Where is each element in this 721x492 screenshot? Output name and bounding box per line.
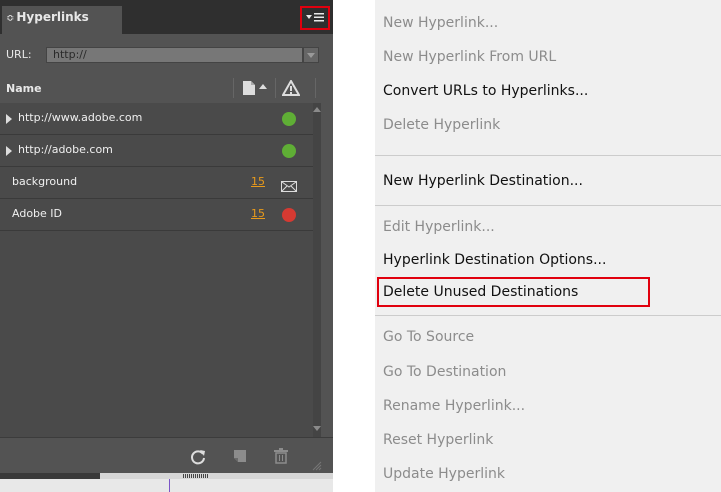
status-ok-icon [282,112,296,126]
menu-item-go-to-destination[interactable]: Go To Destination [383,355,506,389]
panel-footer [0,437,333,474]
expand-arrow-icon[interactable] [6,114,12,124]
hyperlink-name: http://adobe.com [18,143,113,156]
tab-hyperlinks[interactable]: ≎ Hyperlinks [2,6,122,34]
hyperlinks-list: http://www.adobe.com http://adobe.com ba… [0,103,313,437]
text-cursor [169,479,170,492]
column-name-header[interactable]: Name [6,82,42,95]
url-row: URL: http:// [0,43,333,67]
menu-item-go-to-source[interactable]: Go To Source [383,320,474,354]
collapse-toggle-icon[interactable]: ≎ [6,13,14,24]
url-dropdown-button[interactable] [303,47,319,63]
ruler-ticks [183,474,209,478]
menu-item-new-hyperlink-from-url[interactable]: New Hyperlink From URL [383,40,556,74]
expand-arrow-icon[interactable] [6,146,12,156]
list-item[interactable]: Adobe ID 15 [0,199,313,231]
list-header: Name [0,75,321,102]
menu-item-update-hyperlink[interactable]: Update Hyperlink [383,457,505,491]
hyperlink-name: Adobe ID [12,207,63,220]
list-item[interactable]: http://www.adobe.com [0,103,313,135]
warning-column-icon[interactable] [281,78,301,100]
panel-tab-strip: ≎ Hyperlinks [0,0,333,34]
menu-item-rename-hyperlink[interactable]: Rename Hyperlink... [383,389,525,423]
scroll-down-arrow-icon[interactable] [313,426,321,431]
menu-separator [375,315,721,316]
header-divider [315,78,316,98]
menu-separator [375,205,721,206]
menu-separator [375,155,721,156]
ruler-dark-segment [0,473,100,479]
menu-item-convert-urls[interactable]: Convert URLs to Hyperlinks... [383,74,588,108]
page-number-link[interactable]: 15 [251,207,265,220]
scroll-up-arrow-icon[interactable] [313,107,321,112]
header-divider [233,78,234,98]
hyperlink-name: background [12,175,78,188]
hyperlink-name: http://www.adobe.com [18,111,143,124]
highlight-box [377,277,650,307]
list-scrollbar[interactable] [313,103,321,437]
refresh-icon[interactable] [189,448,207,470]
panel-menu-icon [306,13,324,22]
hyperlinks-panel: ≎ Hyperlinks URL: http:// Name http://ww… [0,0,333,492]
menu-item-new-hyperlink[interactable]: New Hyperlink... [383,6,498,40]
document-ruler-strip [0,473,333,492]
menu-item-new-hyperlink-destination[interactable]: New Hyperlink Destination... [383,164,583,198]
new-hyperlink-icon[interactable] [233,448,247,468]
ruler [100,473,333,479]
trash-icon[interactable] [274,448,288,468]
menu-item-edit-hyperlink[interactable]: Edit Hyperlink... [383,210,495,244]
menu-item-delete-hyperlink[interactable]: Delete Hyperlink [383,108,500,142]
list-item[interactable]: background 15 [0,167,313,199]
panel-menu-button[interactable] [300,6,330,30]
page-sort-icon[interactable] [242,80,268,100]
status-ok-icon [282,144,296,158]
header-divider [275,78,276,98]
page-number-link[interactable]: 15 [251,175,265,188]
panel-title: Hyperlinks [16,10,89,24]
panel-flyout-menu: New Hyperlink... New Hyperlink From URL … [375,0,721,492]
menu-item-reset-hyperlink[interactable]: Reset Hyperlink [383,423,493,457]
menu-item-hyperlink-destination-options[interactable]: Hyperlink Destination Options... [383,243,606,277]
url-input[interactable]: http:// [46,47,303,63]
envelope-icon [281,177,297,196]
url-label: URL: [6,48,32,61]
status-error-icon [282,208,296,222]
list-item[interactable]: http://adobe.com [0,135,313,167]
